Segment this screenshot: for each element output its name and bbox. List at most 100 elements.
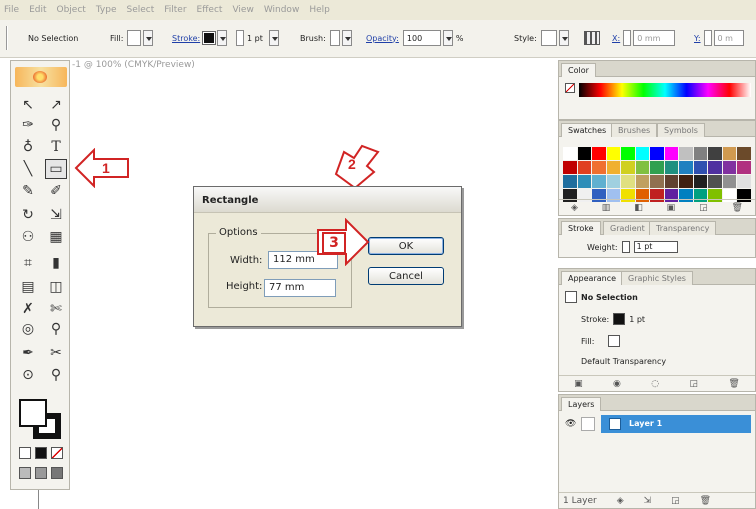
color-spectrum[interactable] (579, 83, 751, 97)
color-swatch[interactable] (679, 161, 693, 174)
stroke-weight-dropdown-icon[interactable] (268, 30, 279, 46)
type-tool-icon[interactable]: T (45, 137, 67, 157)
fill-stroke-control[interactable] (19, 399, 63, 439)
layer-row[interactable]: 👁 Layer 1 (565, 415, 751, 433)
fill-color-box[interactable] (19, 399, 47, 427)
blend-tool-icon[interactable]: ✄ (45, 299, 67, 319)
color-swatch[interactable] (577, 147, 592, 160)
pencil-tool-icon[interactable]: ✐ (45, 181, 67, 201)
color-swatch[interactable] (563, 161, 577, 174)
add-new-fill-icon[interactable]: ◉ (613, 379, 621, 389)
align-grid-icon[interactable] (584, 29, 600, 47)
color-swatch[interactable] (635, 175, 650, 188)
cancel-button[interactable]: Cancel (368, 267, 444, 285)
brush-swatch[interactable] (329, 30, 340, 46)
opacity-dropdown-icon[interactable] (442, 30, 453, 46)
stroke-weight-panel-input[interactable]: 1 pt (633, 241, 678, 253)
menu-type[interactable]: Type (96, 5, 117, 15)
appearance-fill-swatch[interactable] (608, 335, 621, 347)
tab-transparency[interactable]: Transparency (649, 221, 717, 235)
gradient-tool-icon[interactable]: ◫ (45, 277, 67, 297)
tab-brushes[interactable]: Brushes (611, 123, 658, 137)
new-swatch-icon[interactable]: ◲ (699, 203, 708, 213)
tab-color[interactable]: Color (561, 63, 596, 77)
symbol-sprayer-tool-icon[interactable]: ⌗ (17, 253, 39, 273)
add-new-effect-icon[interactable]: ◌ (651, 379, 659, 389)
style-dropdown-icon[interactable] (558, 30, 569, 46)
color-swatch[interactable] (708, 161, 722, 174)
none-mode-icon[interactable] (51, 447, 63, 459)
color-swatch[interactable] (737, 147, 751, 160)
none-color-icon[interactable] (565, 83, 575, 93)
live-paint-selection-tool-icon[interactable]: ⚲ (45, 319, 67, 339)
rectangle-tool-icon[interactable]: ▭ (45, 159, 67, 179)
stroke-label[interactable]: Stroke: (172, 34, 200, 43)
menu-object[interactable]: Object (57, 5, 86, 15)
hand-tool-icon[interactable]: ⊙ (17, 365, 39, 385)
scissors-tool-icon[interactable]: ✂ (45, 343, 67, 363)
menu-file[interactable]: File (4, 5, 19, 15)
height-input[interactable]: 77 mm (264, 279, 336, 297)
color-swatch[interactable] (563, 175, 577, 188)
y-stepper[interactable] (703, 30, 712, 46)
color-swatch[interactable] (664, 161, 679, 174)
color-swatch[interactable] (722, 175, 737, 188)
show-swatch-kinds-icon[interactable]: ▥ (602, 203, 611, 213)
paintbrush-tool-icon[interactable]: ✎ (17, 181, 39, 201)
slice-tool-icon[interactable]: ✒ (17, 343, 39, 363)
menu-help[interactable]: Help (309, 5, 330, 15)
rotate-tool-icon[interactable]: ↻ (17, 205, 39, 225)
color-swatch[interactable] (693, 161, 708, 174)
color-swatch[interactable] (563, 147, 577, 160)
clear-appearance-icon[interactable]: ◲ (689, 379, 698, 389)
line-tool-icon[interactable]: ╲ (17, 159, 39, 179)
create-sublayer-icon[interactable]: ⇲ (644, 496, 652, 506)
opacity-label[interactable]: Opacity: (366, 34, 399, 43)
make-clipping-mask-icon[interactable]: ◈ (617, 496, 624, 506)
x-input[interactable]: 0 mm (633, 30, 676, 46)
full-screen-menu-mode-icon[interactable] (35, 467, 47, 479)
appearance-fill-row[interactable]: Fill: (581, 335, 621, 347)
color-swatch[interactable] (592, 161, 606, 174)
magic-wand-tool-icon[interactable]: ✑ (17, 115, 39, 135)
color-swatch[interactable] (679, 175, 693, 188)
color-swatch[interactable] (650, 147, 664, 160)
menu-view[interactable]: View (232, 5, 253, 15)
color-swatch[interactable] (722, 147, 737, 160)
full-screen-mode-icon[interactable] (51, 467, 63, 479)
control-bar-grip[interactable] (6, 26, 8, 50)
illustrator-logo-icon[interactable] (15, 67, 67, 87)
color-swatch[interactable] (577, 175, 592, 188)
delete-appearance-item-icon[interactable]: 🗑 (728, 379, 739, 389)
color-swatch[interactable] (708, 147, 722, 160)
swatch-libraries-icon[interactable]: ◈ (571, 203, 578, 213)
color-swatch[interactable] (693, 175, 708, 188)
tab-appearance[interactable]: Appearance (561, 271, 624, 285)
tab-swatches[interactable]: Swatches (561, 123, 614, 137)
tab-graphic-styles[interactable]: Graphic Styles (621, 271, 693, 285)
color-swatch[interactable] (722, 161, 737, 174)
warp-tool-icon[interactable]: ⚇ (17, 227, 39, 247)
stroke-weight-panel-stepper[interactable] (621, 241, 630, 253)
color-swatch[interactable] (621, 147, 635, 160)
delete-layer-icon[interactable]: 🗑 (700, 496, 711, 506)
menu-effect[interactable]: Effect (197, 5, 223, 15)
color-swatch[interactable] (693, 147, 708, 160)
tab-layers[interactable]: Layers (561, 397, 602, 411)
column-graph-tool-icon[interactable]: ▮ (45, 253, 67, 273)
color-swatch[interactable] (664, 147, 679, 160)
add-new-stroke-icon[interactable]: ▣ (574, 379, 583, 389)
appearance-stroke-swatch[interactable] (613, 313, 626, 325)
color-swatch[interactable] (679, 147, 693, 160)
zoom-tool-icon[interactable]: ⚲ (45, 365, 67, 385)
stroke-weight-stepper[interactable] (236, 30, 244, 46)
color-swatch[interactable] (577, 161, 592, 174)
tab-gradient[interactable]: Gradient (603, 221, 652, 235)
ok-button[interactable]: OK (368, 237, 444, 255)
lasso-tool-icon[interactable]: ⚲ (45, 115, 67, 135)
color-swatch[interactable] (650, 161, 664, 174)
color-swatch[interactable] (621, 161, 635, 174)
color-swatch[interactable] (592, 147, 606, 160)
swatch-options-icon[interactable]: ◧ (634, 203, 643, 213)
x-stepper[interactable] (623, 30, 632, 46)
